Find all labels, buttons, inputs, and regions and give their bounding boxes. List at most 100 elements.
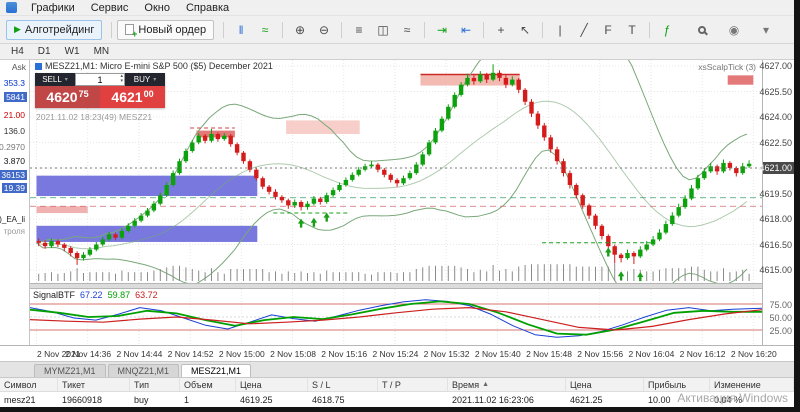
toolbar-separator [483, 22, 484, 38]
indicators-icon[interactable]: ƒ [656, 20, 678, 40]
market-watch-value: 0.2970 [0, 142, 27, 152]
menu-items: ГрафикиСервисОкноСправка [23, 1, 237, 15]
toolbox-column-header[interactable]: T / P [378, 378, 448, 391]
line-chart-icon[interactable]: ≈ [396, 20, 418, 40]
sell-label: SELL [42, 75, 62, 84]
menu-bar: ГрафикиСервисОкноСправка [0, 0, 794, 16]
trade-row[interactable]: mesz2119660918buy14619.254618.752021.11.… [0, 392, 794, 407]
search-icon[interactable] [691, 20, 713, 40]
current-price-chip: 4621.00 [763, 162, 794, 174]
trendline-icon[interactable]: ╱ [573, 20, 595, 40]
bar-chart-icon[interactable]: ≡ [348, 20, 370, 40]
sell-menu-button[interactable]: SELL ▾ [35, 73, 75, 86]
time-axis[interactable]: 2 Nov 20212 Nov 14:362 Nov 14:442 Nov 14… [0, 345, 794, 361]
menu-item-сервис[interactable]: Сервис [83, 1, 137, 15]
toolbox-column-header[interactable]: Прибыль [644, 378, 710, 391]
algotrading-button[interactable]: ▶ Алготрейдинг [6, 20, 102, 40]
chart-shift-icon[interactable]: ⇤ [455, 20, 477, 40]
chevron-down-icon: ▾ [153, 76, 156, 83]
buy-price-button[interactable]: 4621 00 [100, 86, 165, 108]
indicator-axis-label: 50.00 [769, 313, 792, 323]
toolbar-separator [649, 22, 650, 38]
search-glass-icon [698, 26, 706, 34]
timeframe-h4[interactable]: H4 [4, 45, 31, 58]
toolbox-column-header[interactable]: Время▲ [448, 378, 566, 391]
time-axis-label: 2 Nov 15:16 [321, 349, 367, 359]
toolbox-column-header[interactable]: Объем [180, 378, 236, 391]
candle-chart-icon[interactable]: ◫ [372, 20, 394, 40]
toolbar-options-icon[interactable]: ▾ [755, 20, 777, 40]
chart-tabs: MYMZ21,M1MNQZ21,M1MESZ21,M1 [0, 361, 794, 377]
chart-tab-mnqz21[interactable]: MNQZ21,M1 [108, 364, 180, 377]
time-axis-label: 2 Nov 15:08 [270, 349, 316, 359]
crosshair-icon[interactable]: + [490, 20, 512, 40]
expert-name-label: xsScalpTick (3) [698, 62, 756, 72]
toolbox-column-header[interactable]: Изменение [710, 378, 794, 391]
main-toolbar: ▶ Алготрейдинг Новый ордер ‖≈⊕⊖≡◫≈⇥⇤+↖|╱… [0, 16, 794, 44]
price-axis-label: 4616.50 [759, 240, 792, 250]
menu-item-окно[interactable]: Окно [136, 1, 178, 15]
trade-cell: 2021.11.02 16:23:06 [448, 392, 566, 407]
menu-item-справка[interactable]: Справка [178, 1, 237, 15]
trade-cell: 4621.25 [566, 392, 644, 407]
timeframe-mn[interactable]: MN [87, 45, 117, 58]
indicator-axis-label: 75.00 [769, 300, 792, 310]
chart-title-label: MESZ21,M1: Micro E-mini S&P 500 ($5) Dec… [45, 61, 273, 71]
screen-edge-right [794, 0, 800, 412]
sell-price-button[interactable]: 4620 75 [35, 86, 100, 108]
metaquotes-community-icon[interactable]: ◉ [723, 20, 745, 40]
time-axis-label: 2 Nov 16:20 [731, 349, 777, 359]
volume-input[interactable]: 1 ▴▾ [75, 73, 125, 86]
cursor-icon[interactable]: ↖ [514, 20, 536, 40]
price-axis-label: 4619.50 [759, 189, 792, 199]
timeframe-w1[interactable]: W1 [58, 45, 87, 58]
toolbox-column-header[interactable]: Цена [236, 378, 308, 391]
fibonacci-icon[interactable]: F [597, 20, 619, 40]
toolbox-column-header[interactable]: Тип [130, 378, 180, 391]
spinner-down-icon[interactable]: ▾ [120, 79, 123, 84]
market-watch-value: 136.0 [2, 126, 27, 136]
menu-item-графики[interactable]: Графики [23, 1, 83, 15]
price-axis[interactable]: 4627.004625.504624.004622.504621.004619.… [762, 60, 794, 345]
tick-chart-icon[interactable]: ≈ [254, 20, 276, 40]
zoom-out-icon[interactable]: ⊖ [313, 20, 335, 40]
toolbox-column-header[interactable]: Символ [0, 378, 58, 391]
autoscroll-icon[interactable]: ⇥ [431, 20, 453, 40]
new-order-icon [125, 24, 134, 35]
volume-spinner[interactable]: ▴▾ [120, 74, 123, 84]
indicator-values: 67.2259.8763.72 [80, 290, 158, 300]
chart-tab-mesz21[interactable]: MESZ21,M1 [181, 364, 251, 377]
new-order-button[interactable]: Новый ордер [117, 20, 214, 40]
one-click-trading-panel: SELL ▾ 1 ▴▾ BUY ▾ 4620 75 4621 [35, 73, 165, 108]
windows-activation-watermark: Активация Windows [677, 391, 788, 405]
indicator-value: 59.87 [108, 290, 131, 300]
time-axis-label: 2 Nov 14:36 [65, 349, 111, 359]
sort-ascending-icon: ▲ [482, 381, 489, 388]
toolbox-column-header[interactable]: Тикет [58, 378, 130, 391]
market-watch-value: троля [2, 227, 27, 236]
timeframe-d1[interactable]: D1 [31, 45, 58, 58]
buy-menu-button[interactable]: BUY ▾ [125, 73, 165, 86]
chart-area[interactable]: MESZ21,M1: Micro E-mini S&P 500 ($5) Dec… [30, 60, 762, 283]
time-axis-label: 2 Nov 14:52 [168, 349, 214, 359]
trade-cell: buy [130, 392, 180, 407]
toolbox-column-header[interactable]: S / L [308, 378, 378, 391]
indicator-name: SignalBTF [33, 290, 75, 300]
zoom-in-icon[interactable]: ⊕ [289, 20, 311, 40]
trade-cell: 4618.75 [308, 392, 378, 407]
indicator-axis-label: 25.00 [769, 326, 792, 336]
toolbar-separator [542, 22, 543, 38]
algotrading-label: Алготрейдинг [25, 24, 94, 36]
market-watch-value: 19.39 [2, 183, 27, 193]
vertical-line-icon[interactable]: | [549, 20, 571, 40]
market-watch-value: 353.3 [2, 78, 27, 88]
chart-tab-mymz21[interactable]: MYMZ21,M1 [34, 364, 106, 377]
new-order-label: Новый ордер [138, 24, 206, 36]
market-depth-icon[interactable]: ‖ [230, 20, 252, 40]
toolbox-column-header[interactable]: Цена [566, 378, 644, 391]
indicator-pane[interactable]: SignalBTF 67.2259.8763.72 [30, 289, 762, 345]
market-watch-value: 21.00 [2, 110, 27, 120]
text-label-icon[interactable]: T [621, 20, 643, 40]
buy-price-main: 4621 [111, 89, 142, 105]
indicator-value: 67.22 [80, 290, 103, 300]
